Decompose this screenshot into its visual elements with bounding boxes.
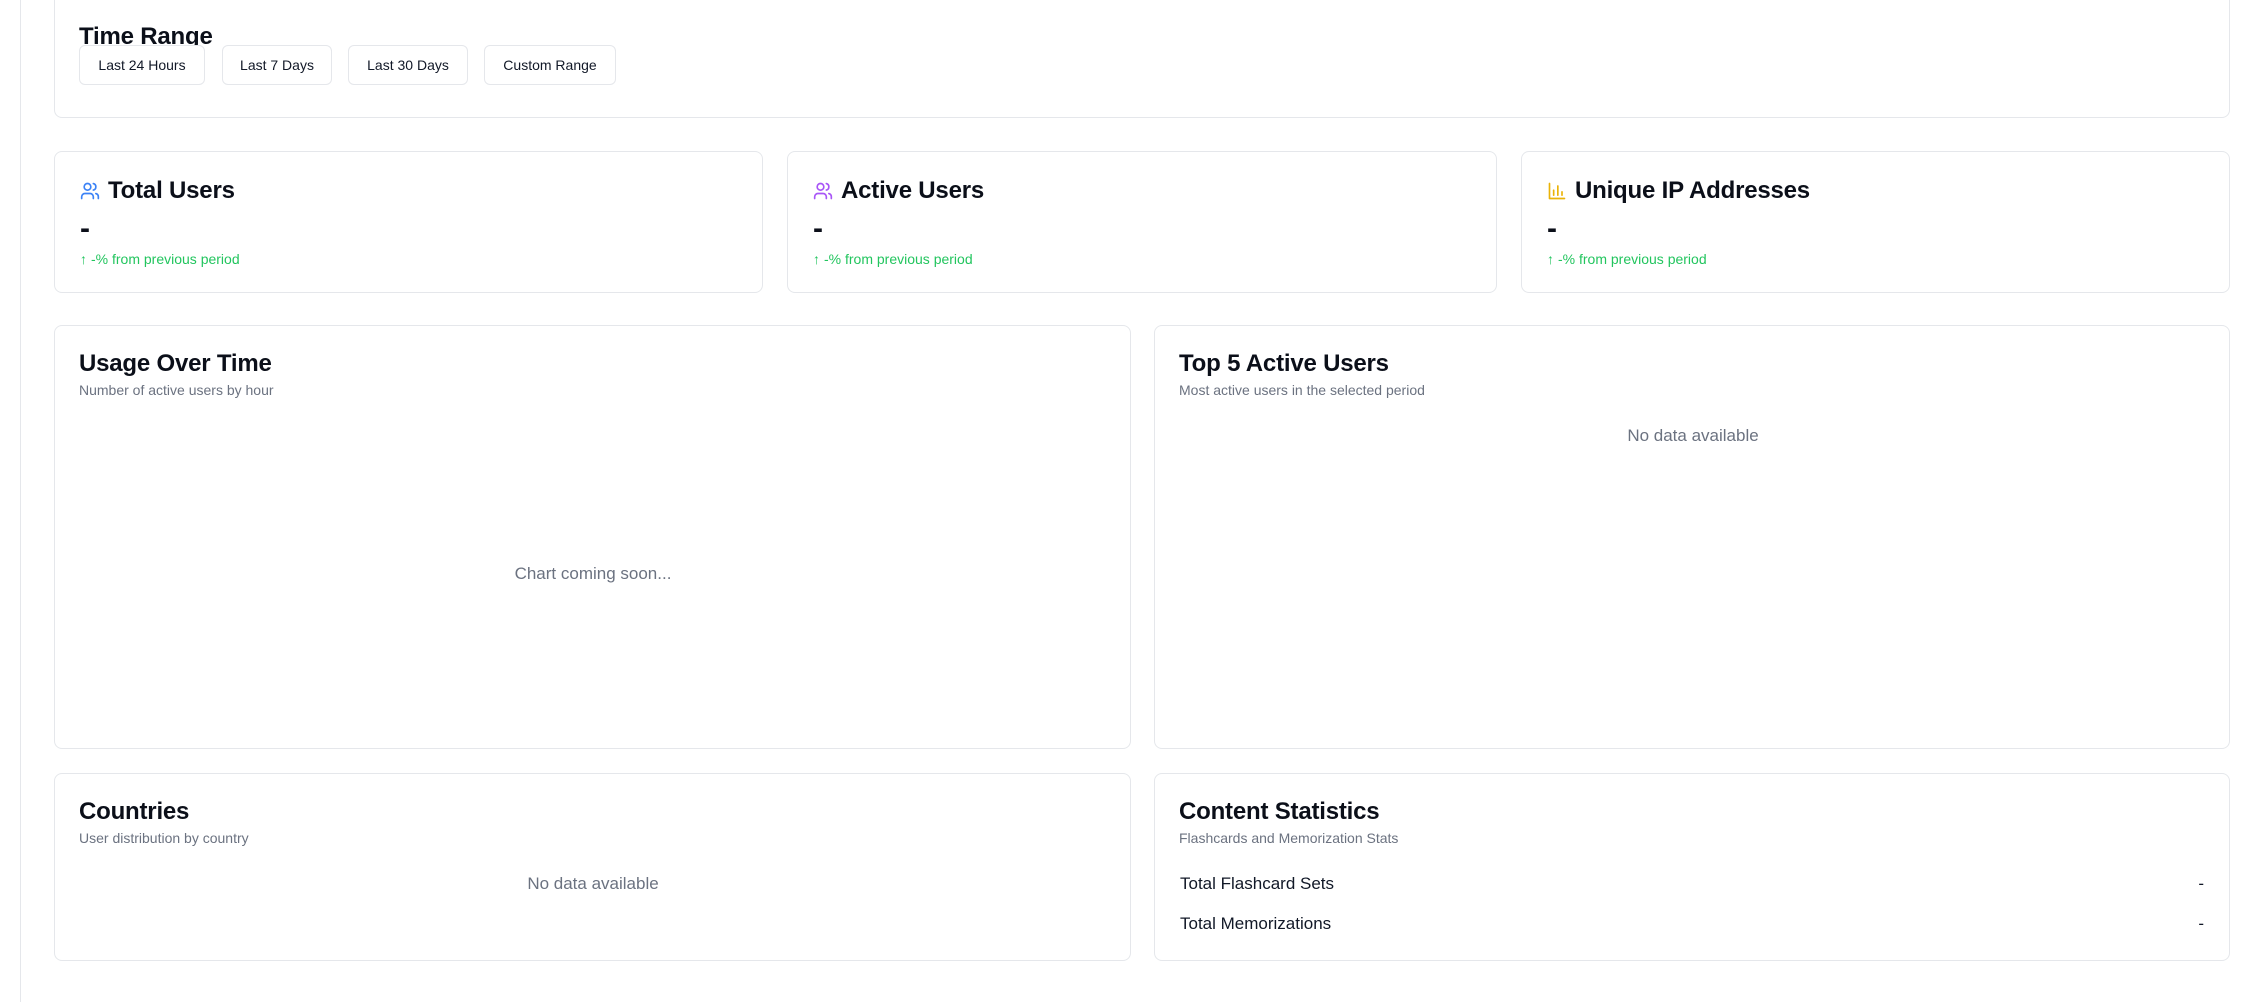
bar-chart-icon (1547, 181, 1567, 201)
active-users-title: Active Users (841, 177, 985, 204)
top-active-users-card: Top 5 Active Users Most active users in … (1154, 325, 2230, 749)
arrow-up-icon: ↑ (1547, 251, 1554, 267)
total-users-change: ↑ -% from previous period (80, 251, 240, 267)
unique-ip-card: Unique IP Addresses - ↑ -% from previous… (1521, 151, 2230, 293)
top-users-empty: No data available (1627, 426, 1759, 445)
usage-over-time-card: Usage Over Time Number of active users b… (54, 325, 1131, 749)
last-30-days-button[interactable]: Last 30 Days (348, 45, 468, 85)
active-users-card: Active Users - ↑ -% from previous period (787, 151, 1497, 293)
last-7-days-button[interactable]: Last 7 Days (222, 45, 332, 85)
memorizations-value: - (2198, 914, 2204, 933)
countries-subtitle: User distribution by country (79, 830, 249, 846)
unique-ip-change: ↑ -% from previous period (1547, 251, 1707, 267)
countries-empty: No data available (527, 874, 659, 893)
total-users-value: - (80, 212, 90, 245)
active-users-header: Active Users (813, 177, 984, 205)
unique-ip-change-text: -% from previous period (1558, 251, 1707, 267)
memorizations-label: Total Memorizations (1180, 914, 1332, 933)
content-stats-subtitle: Flashcards and Memorization Stats (1179, 830, 1399, 846)
chart-placeholder: Chart coming soon... (514, 564, 672, 583)
unique-ip-header: Unique IP Addresses (1547, 177, 1810, 205)
custom-range-button[interactable]: Custom Range (484, 45, 616, 85)
unique-ip-value: - (1547, 212, 1557, 245)
countries-card: Countries User distribution by country N… (54, 773, 1131, 961)
usage-subtitle: Number of active users by hour (79, 382, 274, 398)
active-users-value: - (813, 212, 823, 245)
memorizations-row: Total Memorizations - (1180, 914, 2204, 934)
flashcard-sets-value: - (2198, 874, 2204, 893)
unique-ip-title: Unique IP Addresses (1575, 177, 1810, 204)
arrow-up-icon: ↑ (813, 251, 820, 267)
arrow-up-icon: ↑ (80, 251, 87, 267)
content-statistics-card: Content Statistics Flashcards and Memori… (1154, 773, 2230, 961)
users-icon (80, 181, 100, 201)
time-range-card: Time Range Last 24 Hours Last 7 Days Las… (54, 0, 2230, 118)
sidebar-edge (0, 0, 21, 1002)
top-users-subtitle: Most active users in the selected period (1179, 382, 1425, 398)
last-24-hours-button[interactable]: Last 24 Hours (79, 45, 205, 85)
total-users-header: Total Users (80, 177, 235, 205)
total-users-card: Total Users - ↑ -% from previous period (54, 151, 763, 293)
users-icon (813, 181, 833, 201)
total-users-change-text: -% from previous period (91, 251, 240, 267)
usage-title: Usage Over Time (79, 350, 272, 377)
flashcard-sets-label: Total Flashcard Sets (1180, 874, 1335, 893)
flashcard-sets-row: Total Flashcard Sets - (1180, 874, 2204, 894)
active-users-change-text: -% from previous period (824, 251, 973, 267)
active-users-change: ↑ -% from previous period (813, 251, 973, 267)
countries-title: Countries (79, 798, 190, 825)
top-users-title: Top 5 Active Users (1179, 350, 1389, 377)
total-users-title: Total Users (108, 177, 235, 204)
content-stats-title: Content Statistics (1179, 798, 1380, 825)
